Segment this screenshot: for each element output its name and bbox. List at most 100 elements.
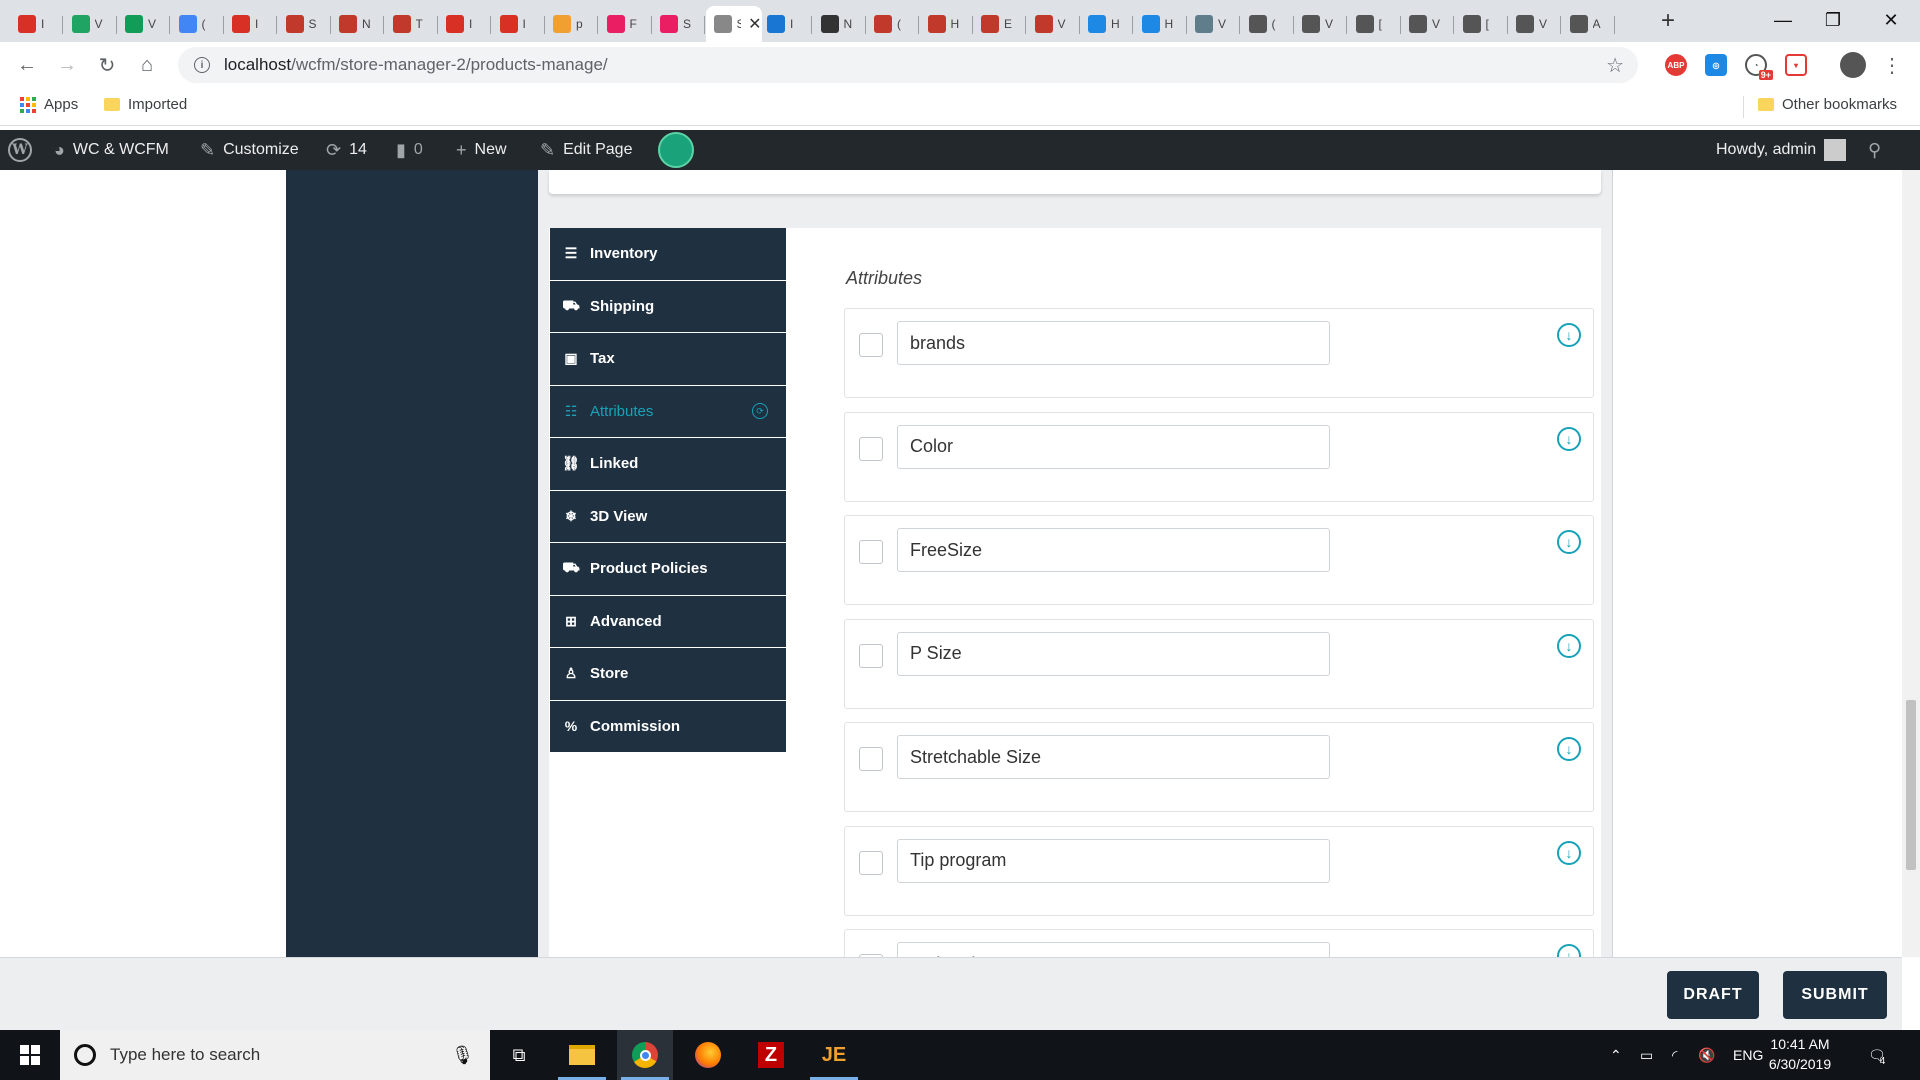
tab-product-policies[interactable]: ⛟ Product Policies <box>550 543 786 596</box>
browser-tab[interactable]: T <box>385 6 438 42</box>
expand-down-icon[interactable]: ↓ <box>1557 426 1581 451</box>
file-explorer-icon[interactable] <box>554 1030 610 1080</box>
attribute-name-field[interactable]: Waist Size <box>897 942 1330 957</box>
tab-advanced[interactable]: ⊞ Advanced <box>550 595 786 648</box>
scrollbar-thumb[interactable] <box>1906 700 1916 870</box>
attribute-name-field[interactable]: brands <box>897 321 1330 365</box>
pocket-icon[interactable]: ▾ <box>1785 54 1807 76</box>
attribute-checkbox[interactable] <box>859 540 883 564</box>
filezilla-icon[interactable]: Z <box>743 1030 799 1080</box>
tab-3d-view[interactable]: ❄ 3D View <box>550 490 786 543</box>
attribute-name-field[interactable]: Stretchable Size <box>897 735 1330 779</box>
microphone-icon[interactable]: 🎙 <box>451 1045 474 1066</box>
volume-icon[interactable]: 🔇 <box>1698 1030 1715 1080</box>
bookmark-star-icon[interactable]: ☆ <box>1606 53 1624 78</box>
expand-down-icon[interactable]: ↓ <box>1557 530 1581 554</box>
tray-chevron-icon[interactable]: ⌃ <box>1610 1030 1622 1080</box>
attribute-name-field[interactable]: P Size <box>897 631 1330 676</box>
forward-button[interactable]: → <box>52 50 82 80</box>
browser-tab[interactable]: St✕ <box>705 6 762 42</box>
expand-down-icon[interactable]: ↓ <box>1557 944 1581 957</box>
wp-logo-menu[interactable]: W <box>8 130 32 170</box>
attribute-checkbox[interactable] <box>859 436 883 461</box>
new-tab-button[interactable]: + <box>1655 6 1681 36</box>
browser-tab[interactable]: N <box>813 6 866 42</box>
close-window-button[interactable]: ✕ <box>1866 0 1916 40</box>
browser-tab[interactable]: H <box>1080 6 1133 42</box>
browser-tab[interactable]: [ <box>1348 6 1401 42</box>
firefox-icon[interactable] <box>680 1030 736 1080</box>
attribute-name-field[interactable]: Color <box>897 424 1330 469</box>
attribute-checkbox[interactable] <box>859 643 883 668</box>
wp-customize[interactable]: ✎ Customize <box>200 130 299 170</box>
browser-tab[interactable]: S <box>278 6 331 42</box>
browser-tab[interactable]: V <box>1401 6 1454 42</box>
bookmark-imported[interactable]: Imported <box>104 96 187 113</box>
page-scrollbar[interactable] <box>1902 170 1920 957</box>
taskbar-search[interactable]: Type here to search 🎙 <box>60 1030 490 1080</box>
attribute-checkbox[interactable] <box>859 333 883 357</box>
browser-tab[interactable]: V <box>1027 6 1080 42</box>
browser-tab[interactable]: V <box>117 6 170 42</box>
home-icon[interactable]: ⌂ <box>132 50 162 80</box>
bookmark-apps[interactable]: Apps <box>20 96 78 113</box>
browser-tab[interactable]: [ <box>1455 6 1508 42</box>
reload-button[interactable]: ↻ <box>92 50 122 80</box>
expand-down-icon[interactable]: ↓ <box>1557 737 1581 761</box>
address-bar[interactable]: i localhost/wcfm/store-manager-2/product… <box>178 47 1638 83</box>
tab-commission[interactable]: % Commission <box>550 700 786 753</box>
wifi-icon[interactable]: ◜ <box>1672 1030 1677 1080</box>
tab-linked[interactable]: ⛓ Linked <box>550 438 786 491</box>
maximize-button[interactable]: ❐ <box>1808 0 1858 40</box>
browser-tab[interactable]: I <box>10 6 63 42</box>
back-button[interactable]: ← <box>12 50 42 80</box>
browser-tab[interactable]: ( <box>171 6 224 42</box>
extension-icon[interactable]: ◔ 9+ <box>1745 54 1773 80</box>
tab-inventory[interactable]: ☰ Inventory <box>550 228 786 281</box>
wp-updates[interactable]: ⟳ 14 <box>326 130 367 170</box>
bookmark-other[interactable]: Other bookmarks <box>1758 96 1897 113</box>
task-view-icon[interactable]: ⧉ <box>491 1030 547 1080</box>
browser-tab[interactable]: N <box>331 6 384 42</box>
browser-tab[interactable]: H <box>1134 6 1187 42</box>
browser-tab[interactable]: F <box>599 6 652 42</box>
browser-tab[interactable]: I <box>224 6 277 42</box>
info-icon[interactable]: i <box>194 57 210 73</box>
browser-tab[interactable]: V <box>1294 6 1347 42</box>
browser-tab[interactable]: A <box>1562 6 1615 42</box>
wp-search[interactable]: ⚲ <box>1868 130 1881 170</box>
tab-attributes[interactable]: ☷ Attributes ⟳ <box>550 385 786 438</box>
browser-tab[interactable]: V <box>64 6 117 42</box>
wp-plugin-avatar[interactable] <box>658 130 694 170</box>
browser-tab[interactable]: I <box>438 6 491 42</box>
profile-avatar[interactable] <box>1840 52 1866 78</box>
wp-comments[interactable]: ▮ 0 <box>396 130 423 170</box>
expand-down-icon[interactable]: ↓ <box>1557 323 1581 347</box>
browser-tab[interactable]: E <box>973 6 1026 42</box>
browser-tab[interactable]: V <box>1508 6 1561 42</box>
browser-tab[interactable]: ( <box>866 6 919 42</box>
browser-tab[interactable]: I <box>492 6 545 42</box>
jetbrains-icon[interactable]: JE <box>806 1030 862 1080</box>
language-indicator[interactable]: ENG <box>1733 1030 1763 1080</box>
browser-tab[interactable]: I <box>759 6 812 42</box>
tab-shipping[interactable]: ⛟ Shipping <box>550 280 786 333</box>
chrome-icon[interactable] <box>617 1030 673 1080</box>
wp-edit-page[interactable]: ✎ Edit Page <box>540 130 632 170</box>
browser-tab[interactable]: S <box>652 6 705 42</box>
browser-tab[interactable]: ( <box>1241 6 1294 42</box>
battery-icon[interactable]: ▭ <box>1640 1030 1653 1080</box>
adblock-icon[interactable]: ABP <box>1665 54 1687 76</box>
menu-icon[interactable]: ⋮ <box>1877 50 1907 80</box>
expand-down-icon[interactable]: ↓ <box>1557 840 1581 865</box>
browser-tab[interactable]: H <box>920 6 973 42</box>
taskbar-clock[interactable]: 10:41 AM 6/30/2019 <box>1760 1034 1840 1074</box>
wp-new-content[interactable]: + New <box>456 130 507 170</box>
attribute-name-field[interactable]: FreeSize <box>897 528 1330 572</box>
notifications-icon[interactable]: 🗨 4 <box>1868 1030 1886 1080</box>
attribute-checkbox[interactable] <box>859 747 883 771</box>
tab-tax[interactable]: ▣ Tax <box>550 333 786 386</box>
tab-store[interactable]: ♙ Store <box>550 648 786 701</box>
submit-button[interactable]: SUBMIT <box>1783 971 1887 1019</box>
screenshot-extension-icon[interactable]: ◎ <box>1705 54 1727 76</box>
